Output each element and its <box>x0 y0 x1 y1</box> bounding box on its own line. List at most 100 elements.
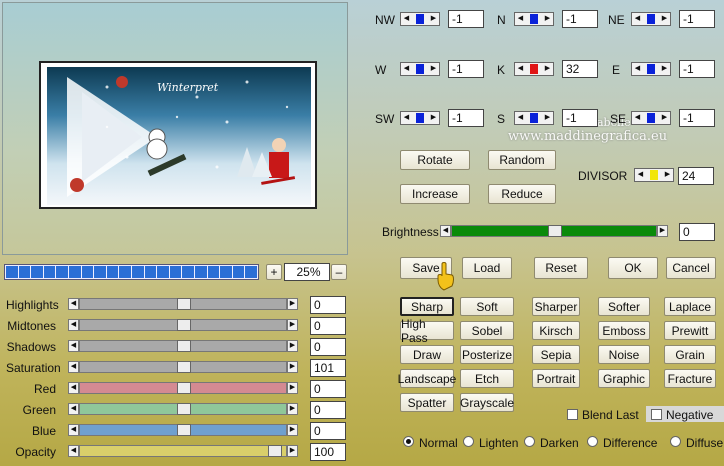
filter-graphic-button[interactable]: Graphic <box>598 369 650 388</box>
filter-sharper-button[interactable]: Sharper <box>532 297 580 316</box>
arrow-right-icon[interactable]: ▶ <box>660 112 669 124</box>
shadows-thumb[interactable] <box>177 340 191 352</box>
saturation-field[interactable]: 101 <box>310 359 346 377</box>
zoom-in-button[interactable]: + <box>266 264 282 280</box>
divisor-field[interactable]: 24 <box>678 167 714 185</box>
arrow-left-icon[interactable]: ◀ <box>636 169 645 181</box>
kernel-field-n[interactable]: -1 <box>562 10 598 28</box>
midtones-thumb[interactable] <box>177 319 191 331</box>
shadows-right-arrow-icon[interactable]: ▶ <box>287 340 298 352</box>
ok-button[interactable]: OK <box>608 257 658 279</box>
midtones-right-arrow-icon[interactable]: ▶ <box>287 319 298 331</box>
kernel-field-nw[interactable]: -1 <box>448 10 484 28</box>
filter-prewitt-button[interactable]: Prewitt <box>664 321 716 340</box>
kernel-spinner-ne[interactable]: ◀ ▶ <box>631 12 671 26</box>
arrow-left-icon[interactable]: ◀ <box>516 63 525 75</box>
opacity-right-arrow-icon[interactable]: ▶ <box>287 445 298 457</box>
arrow-right-icon[interactable]: ▶ <box>429 63 438 75</box>
kernel-spinner-e[interactable]: ◀ ▶ <box>631 62 671 76</box>
filter-spatter-button[interactable]: Spatter <box>400 393 454 412</box>
blue-field[interactable]: 0 <box>310 422 346 440</box>
kernel-spinner-n[interactable]: ◀ ▶ <box>514 12 554 26</box>
kernel-spinner-k[interactable]: ◀ ▶ <box>514 62 554 76</box>
red-thumb[interactable] <box>177 382 191 394</box>
mode-darken-radio[interactable] <box>524 436 535 447</box>
blend-last-checkbox[interactable] <box>567 409 578 420</box>
midtones-field[interactable]: 0 <box>310 317 346 335</box>
green-right-arrow-icon[interactable]: ▶ <box>287 403 298 415</box>
highlights-thumb[interactable] <box>177 298 191 310</box>
highlights-field[interactable]: 0 <box>310 296 346 314</box>
arrow-left-icon[interactable]: ◀ <box>633 13 642 25</box>
kernel-field-e[interactable]: -1 <box>679 60 715 78</box>
mode-normal-radio[interactable] <box>403 436 414 447</box>
kernel-field-s[interactable]: -1 <box>562 109 598 127</box>
arrow-left-icon[interactable]: ◀ <box>402 13 411 25</box>
kernel-field-w[interactable]: -1 <box>448 60 484 78</box>
mode-lighten-radio[interactable] <box>463 436 474 447</box>
red-right-arrow-icon[interactable]: ▶ <box>287 382 298 394</box>
arrow-right-icon[interactable]: ▶ <box>660 13 669 25</box>
filter-softer-button[interactable]: Softer <box>598 297 650 316</box>
load-button[interactable]: Load <box>462 257 512 279</box>
red-field[interactable]: 0 <box>310 380 346 398</box>
kernel-field-k[interactable]: 32 <box>562 60 598 78</box>
mode-diffuse-radio[interactable] <box>670 436 681 447</box>
filter-grayscale-button[interactable]: Grayscale <box>460 393 514 412</box>
blue-right-arrow-icon[interactable]: ▶ <box>287 424 298 436</box>
kernel-spinner-nw[interactable]: ◀ ▶ <box>400 12 440 26</box>
negative-checkbox[interactable] <box>651 409 662 420</box>
filter-sepia-button[interactable]: Sepia <box>532 345 580 364</box>
increase-button[interactable]: Increase <box>400 184 470 204</box>
filter-fracture-button[interactable]: Fracture <box>664 369 716 388</box>
filter-sharp-button[interactable]: Sharp <box>400 297 454 316</box>
arrow-right-icon[interactable]: ▶ <box>543 112 552 124</box>
saturation-left-arrow-icon[interactable]: ◀ <box>68 361 79 373</box>
divisor-spinner[interactable]: ◀ ▶ <box>634 168 674 182</box>
saturation-right-arrow-icon[interactable]: ▶ <box>287 361 298 373</box>
blue-thumb[interactable] <box>177 424 191 436</box>
arrow-right-icon[interactable]: ▶ <box>429 112 438 124</box>
saturation-thumb[interactable] <box>177 361 191 373</box>
kernel-field-ne[interactable]: -1 <box>679 10 715 28</box>
kernel-spinner-s[interactable]: ◀ ▶ <box>514 111 554 125</box>
arrow-left-icon[interactable]: ◀ <box>402 63 411 75</box>
zoom-value-field[interactable]: 25% <box>284 263 330 281</box>
kernel-field-sw[interactable]: -1 <box>448 109 484 127</box>
kernel-field-se[interactable]: -1 <box>679 109 715 127</box>
arrow-left-icon[interactable]: ◀ <box>633 63 642 75</box>
red-left-arrow-icon[interactable]: ◀ <box>68 382 79 394</box>
reset-button[interactable]: Reset <box>534 257 588 279</box>
arrow-right-icon[interactable]: ▶ <box>663 169 672 181</box>
filter-sobel-button[interactable]: Sobel <box>460 321 514 340</box>
mode-difference-radio[interactable] <box>587 436 598 447</box>
kernel-spinner-sw[interactable]: ◀ ▶ <box>400 111 440 125</box>
highlights-left-arrow-icon[interactable]: ◀ <box>68 298 79 310</box>
filter-noise-button[interactable]: Noise <box>598 345 650 364</box>
rotate-button[interactable]: Rotate <box>400 150 470 170</box>
filter-soft-button[interactable]: Soft <box>460 297 514 316</box>
reduce-button[interactable]: Reduce <box>488 184 556 204</box>
arrow-right-icon[interactable]: ▶ <box>429 13 438 25</box>
filter-landscape-button[interactable]: Landscape <box>398 369 456 388</box>
opacity-thumb[interactable] <box>268 445 282 457</box>
filter-etch-button[interactable]: Etch <box>460 369 514 388</box>
green-thumb[interactable] <box>177 403 191 415</box>
filter-emboss-button[interactable]: Emboss <box>598 321 650 340</box>
random-button[interactable]: Random <box>488 150 556 170</box>
filter-posterize-button[interactable]: Posterize <box>460 345 514 364</box>
arrow-right-icon[interactable]: ▶ <box>543 13 552 25</box>
green-field[interactable]: 0 <box>310 401 346 419</box>
arrow-left-icon[interactable]: ◀ <box>402 112 411 124</box>
filter-grain-button[interactable]: Grain <box>664 345 716 364</box>
opacity-field[interactable]: 100 <box>310 443 346 461</box>
arrow-left-icon[interactable]: ◀ <box>516 13 525 25</box>
opacity-track[interactable] <box>79 445 287 457</box>
midtones-left-arrow-icon[interactable]: ◀ <box>68 319 79 331</box>
kernel-spinner-w[interactable]: ◀ ▶ <box>400 62 440 76</box>
blue-left-arrow-icon[interactable]: ◀ <box>68 424 79 436</box>
arrow-right-icon[interactable]: ▶ <box>543 63 552 75</box>
brightness-thumb[interactable] <box>548 225 562 237</box>
filter-high-pass-button[interactable]: High Pass <box>400 317 454 345</box>
brightness-field[interactable]: 0 <box>679 223 715 241</box>
